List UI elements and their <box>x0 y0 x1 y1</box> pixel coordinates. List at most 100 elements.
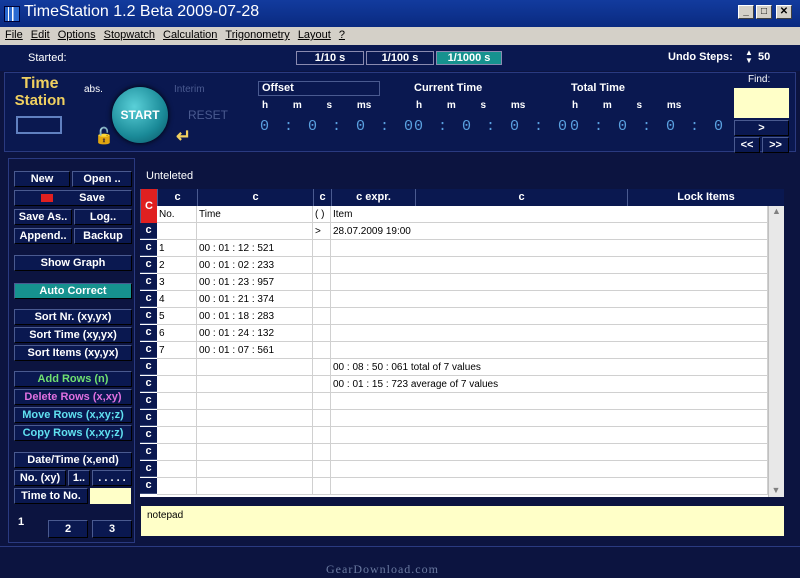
start-button[interactable]: START <box>112 87 168 143</box>
row-no-cell[interactable] <box>157 427 197 444</box>
row-item-cell[interactable]: 00 : 08 : 50 : 061 total of 7 values <box>331 359 768 376</box>
row-c-button[interactable]: c <box>140 376 157 392</box>
row-no-cell[interactable] <box>157 478 197 495</box>
row-no-cell[interactable]: 3 <box>157 274 197 291</box>
row-item-cell[interactable]: 28.07.2009 19:00 <box>331 223 768 240</box>
add-rows-button[interactable]: Add Rows (n) <box>14 371 132 387</box>
row-c-button[interactable]: c <box>140 461 157 477</box>
offset-digits[interactable]: 0 : 0 : 0 : 0 <box>260 118 416 135</box>
row-no-cell[interactable]: 4 <box>157 291 197 308</box>
row-c-button[interactable]: c <box>140 240 157 256</box>
row-time-cell[interactable] <box>197 223 313 240</box>
log-button[interactable]: Log.. <box>74 209 132 225</box>
auto-correct-button[interactable]: Auto Correct <box>14 283 132 299</box>
find-last-button[interactable]: >> <box>762 137 789 153</box>
res-tenth-button[interactable]: 1/10 s <box>296 51 364 65</box>
row-no-cell[interactable] <box>157 359 197 376</box>
row-time-cell[interactable]: 00 : 01 : 21 : 374 <box>197 291 313 308</box>
row-time-cell[interactable] <box>197 376 313 393</box>
row-bracket-cell[interactable] <box>313 444 331 461</box>
row-item-cell[interactable] <box>331 274 768 291</box>
save-button[interactable]: Save <box>14 190 132 206</box>
show-graph-button[interactable]: Show Graph <box>14 255 132 271</box>
row-c-button[interactable]: c <box>140 223 157 239</box>
grid-corner-button[interactable]: C <box>140 189 157 223</box>
col-c-no[interactable]: c <box>157 189 197 206</box>
col-c-bracket[interactable]: c <box>313 189 331 206</box>
find-first-button[interactable]: << <box>734 137 760 153</box>
find-input[interactable] <box>734 88 789 118</box>
open-button[interactable]: Open .. <box>72 171 132 187</box>
menu-trigonometry[interactable]: Trigonometry <box>220 27 292 41</box>
date-time-button[interactable]: Date/Time (x,end) <box>14 452 132 468</box>
menu-stopwatch[interactable]: Stopwatch <box>99 27 158 41</box>
sort-nr-button[interactable]: Sort Nr. (xy,yx) <box>14 309 132 325</box>
sort-items-button[interactable]: Sort Items (xy,yx) <box>14 345 132 361</box>
menu-help[interactable]: ? <box>334 27 348 41</box>
row-no-cell[interactable]: 7 <box>157 342 197 359</box>
menu-options[interactable]: Options <box>53 27 99 41</box>
row-time-cell[interactable] <box>197 461 313 478</box>
maximize-button[interactable]: □ <box>756 5 772 19</box>
row-bracket-cell[interactable] <box>313 478 331 495</box>
row-c-button[interactable]: c <box>140 325 157 341</box>
move-rows-button[interactable]: Move Rows (x,xy;z) <box>14 407 132 423</box>
backup-button[interactable]: Backup <box>74 228 132 244</box>
find-next-button[interactable]: > <box>734 120 789 136</box>
notepad-area[interactable]: notepad <box>141 506 784 536</box>
row-time-cell[interactable]: 00 : 01 : 18 : 283 <box>197 308 313 325</box>
row-bracket-cell[interactable] <box>313 427 331 444</box>
res-thousandth-button[interactable]: 1/1000 s <box>436 51 502 65</box>
page-1-tab[interactable]: 1 <box>18 516 24 528</box>
row-no-cell[interactable]: 5 <box>157 308 197 325</box>
row-bracket-cell[interactable] <box>313 359 331 376</box>
save-as-button[interactable]: Save As.. <box>14 209 72 225</box>
row-c-button[interactable]: c <box>140 308 157 324</box>
row-no-cell[interactable]: 2 <box>157 257 197 274</box>
row-item-cell[interactable] <box>331 308 768 325</box>
row-bracket-cell[interactable] <box>313 240 331 257</box>
abs-toggle[interactable]: abs. <box>84 84 103 95</box>
row-bracket-cell[interactable] <box>313 291 331 308</box>
row-time-cell[interactable]: 00 : 01 : 12 : 521 <box>197 240 313 257</box>
row-bracket-cell[interactable] <box>313 410 331 427</box>
row-bracket-cell[interactable] <box>313 376 331 393</box>
row-no-cell[interactable] <box>157 444 197 461</box>
page-3-tab[interactable]: 3 <box>92 520 132 538</box>
row-time-cell[interactable] <box>197 410 313 427</box>
row-item-cell[interactable] <box>331 342 768 359</box>
menu-file[interactable]: File <box>0 27 26 41</box>
undo-spinner-icon[interactable]: ▲▼ <box>745 49 753 65</box>
row-no-cell[interactable] <box>157 223 197 240</box>
row-item-cell[interactable] <box>331 240 768 257</box>
row-item-cell[interactable] <box>331 410 768 427</box>
row-bracket-cell[interactable] <box>313 325 331 342</box>
row-no-cell[interactable] <box>157 393 197 410</box>
reset-button[interactable]: RESET <box>188 108 228 122</box>
append-button[interactable]: Append.. <box>14 228 72 244</box>
row-c-button[interactable]: c <box>140 444 157 460</box>
row-item-cell[interactable] <box>331 325 768 342</box>
no-start-field[interactable]: 1.. <box>68 470 90 486</box>
row-time-cell[interactable]: 00 : 01 : 07 : 561 <box>197 342 313 359</box>
interim-button[interactable]: Interim <box>174 84 205 95</box>
row-no-cell[interactable] <box>157 461 197 478</box>
row-c-button[interactable]: c <box>140 257 157 273</box>
time-to-no-button[interactable]: Time to No. <box>14 488 88 504</box>
row-time-cell[interactable]: 00 : 01 : 24 : 132 <box>197 325 313 342</box>
row-time-cell[interactable]: 00 : 01 : 02 : 233 <box>197 257 313 274</box>
row-bracket-cell[interactable] <box>313 461 331 478</box>
new-button[interactable]: New <box>14 171 70 187</box>
row-c-button[interactable]: c <box>140 427 157 443</box>
row-time-cell[interactable] <box>197 427 313 444</box>
row-item-cell[interactable] <box>331 478 768 495</box>
row-item-cell[interactable] <box>331 444 768 461</box>
row-bracket-cell[interactable] <box>313 274 331 291</box>
copy-rows-button[interactable]: Copy Rows (x,xy;z) <box>14 425 132 441</box>
row-bracket-cell[interactable] <box>313 393 331 410</box>
row-time-cell[interactable]: 00 : 01 : 23 : 957 <box>197 274 313 291</box>
row-bracket-cell[interactable] <box>313 257 331 274</box>
row-no-cell[interactable]: 6 <box>157 325 197 342</box>
row-item-cell[interactable] <box>331 461 768 478</box>
row-item-cell[interactable] <box>331 393 768 410</box>
